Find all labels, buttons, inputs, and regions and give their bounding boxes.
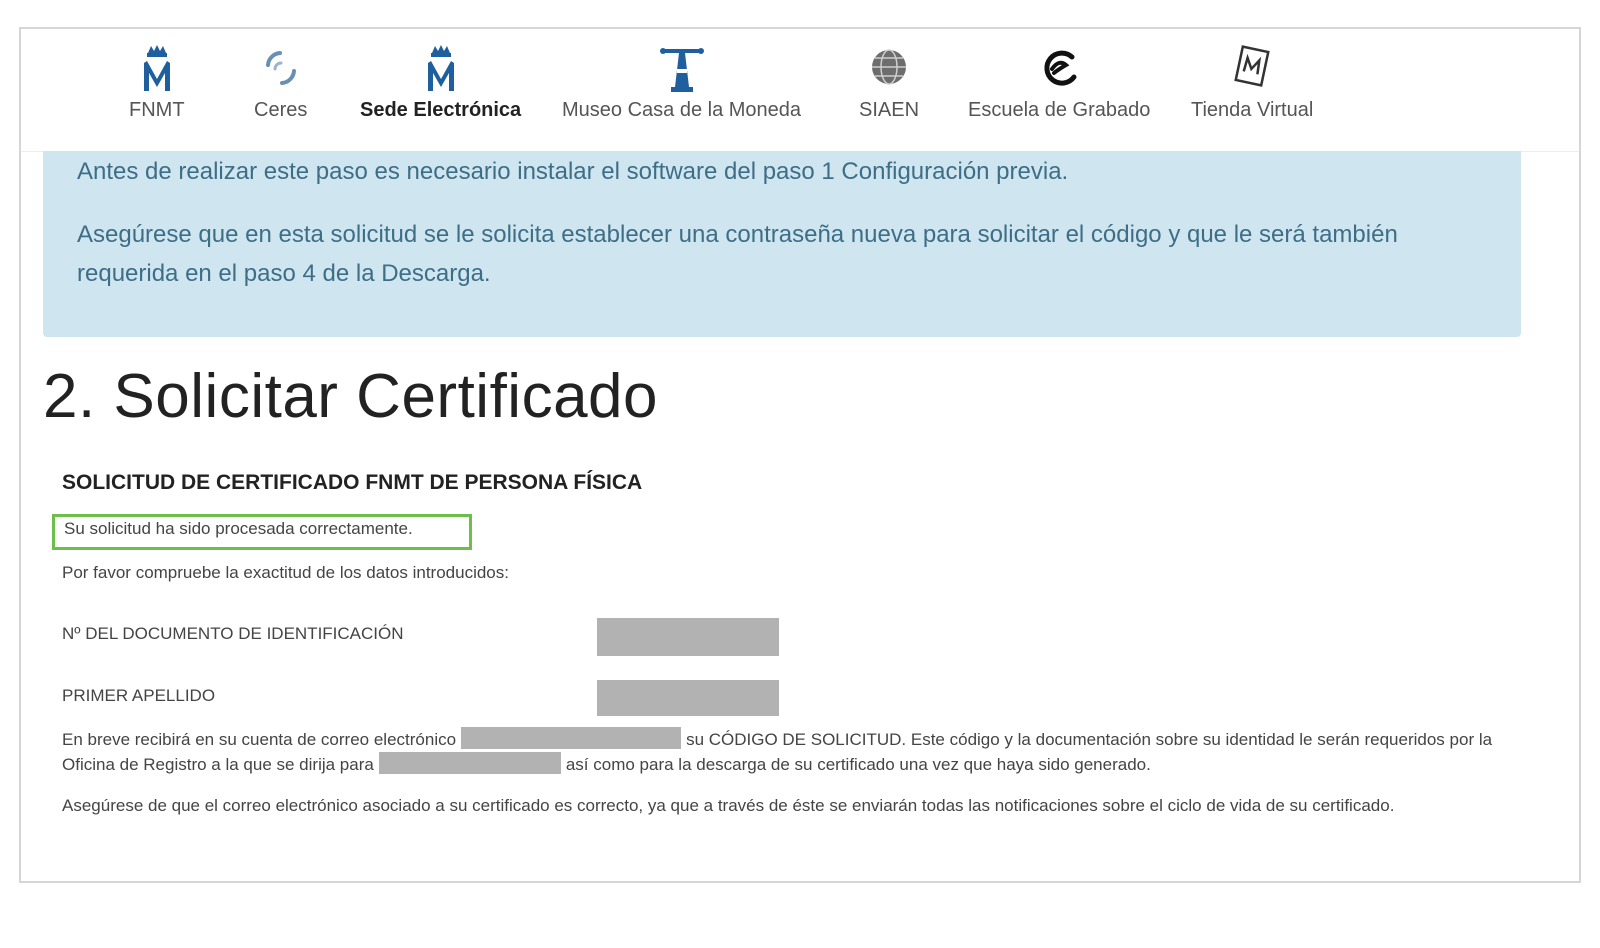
nav-label: Sede Electrónica — [360, 99, 522, 121]
crown-m-icon — [143, 45, 170, 91]
engraving-logo-icon — [1044, 50, 1077, 86]
nav-item-sede-electronica[interactable]: Sede Electrónica — [360, 43, 521, 122]
nav-label: Ceres — [254, 99, 308, 121]
info-text-part3: así como para la descarga de su certific… — [565, 755, 1151, 774]
section-title: SOLICITUD DE CERTIFICADO FNMT DE PERSONA… — [62, 471, 643, 494]
id-document-value-redacted — [597, 618, 779, 656]
nav-item-fnmt[interactable]: FNMT — [129, 43, 185, 122]
nav-item-ceres[interactable]: Ceres — [254, 43, 307, 122]
globe-seal-icon — [872, 49, 907, 85]
nav-item-siaen[interactable]: SIAEN — [859, 43, 919, 122]
request-code-info: En breve recibirá en su cuenta de correo… — [62, 727, 1504, 777]
email-redacted — [461, 727, 682, 749]
nav-label: Museo Casa de la Moneda — [562, 99, 802, 121]
alert-text-software: Antes de realizar este paso es necesario… — [77, 158, 1069, 185]
nav-item-tienda-virtual[interactable]: Tienda Virtual — [1191, 43, 1313, 122]
surname-label: PRIMER APELLIDO — [62, 686, 216, 705]
ceres-swirl-icon — [265, 51, 296, 85]
surname-value-redacted — [597, 680, 779, 716]
nav-label: SIAEN — [859, 99, 920, 121]
email-note: Asegúrese de que el correo electrónico a… — [62, 796, 1395, 815]
success-message: Su solicitud ha sido procesada correctam… — [52, 514, 472, 550]
crown-m-icon — [427, 45, 454, 91]
nav-item-museo[interactable]: Museo Casa de la Moneda — [562, 43, 801, 122]
nav-label: FNMT — [129, 99, 185, 121]
coin-press-icon — [659, 48, 704, 92]
page-title: 2. Solicitar Certificado — [43, 362, 659, 431]
info-alert: Antes de realizar este paso es necesario… — [43, 151, 1521, 337]
shop-seal-icon — [1234, 45, 1270, 87]
verification-instruction: Por favor compruebe la exactitud de los … — [62, 563, 509, 582]
nav-label: Escuela de Grabado — [968, 99, 1151, 121]
info-text-part1: En breve recibirá en su cuenta de correo… — [62, 730, 457, 749]
top-navigation: FNMT Ceres Sede Electrónica Museo Casa d… — [21, 29, 1579, 152]
id-document-label: Nº DEL DOCUMENTO DE IDENTIFICACIÓN — [62, 624, 404, 643]
nav-item-escuela-grabado[interactable]: Escuela de Grabado — [968, 43, 1150, 122]
purpose-redacted — [378, 752, 561, 774]
alert-text-password: Asegúrese que en esta solicitud se le so… — [77, 221, 1398, 287]
page-frame: FNMT Ceres Sede Electrónica Museo Casa d… — [19, 27, 1581, 883]
nav-label: Tienda Virtual — [1191, 99, 1314, 121]
